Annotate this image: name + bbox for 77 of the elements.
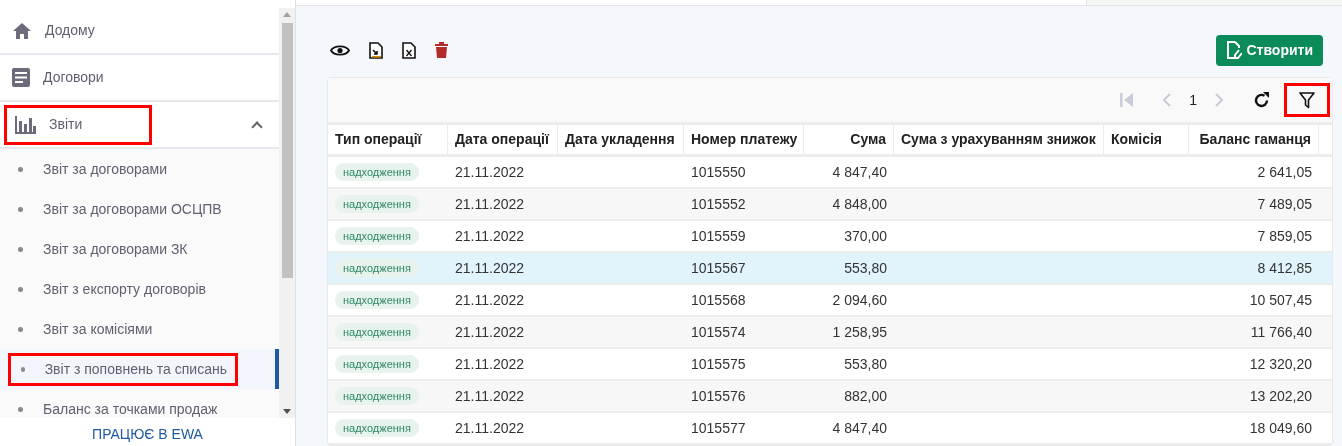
nav-item[interactable]: Додому [12,10,103,51]
table-cell-text: 1015574 [691,322,746,342]
table-cell-text: 4 848,00 [832,194,887,214]
table-cell-text: 11 766,40 [1250,322,1312,342]
table-cell-text: 4 847,40 [832,162,887,182]
table-cell-text: 8 412,85 [1257,258,1312,278]
page-number: 1 [1189,90,1197,110]
filter-button[interactable] [1284,83,1330,117]
table-cell-text: 21.11.2022 [455,226,525,246]
table-cell-text: 2 094,60 [832,290,887,310]
table-cell-text: 21.11.2022 [455,162,525,182]
operation-type-tag: надходження [335,354,419,374]
excel-file-icon[interactable] [402,41,416,59]
column-header[interactable]: Дата операції [448,125,558,154]
table-cell-text: 21.11.2022 [455,290,525,310]
table-cell-text: 1015575 [691,354,746,374]
table-cell-text: 12 320,20 [1249,354,1312,374]
column-header[interactable]: Тип операції [328,125,448,154]
table-cell-text: 553,80 [844,354,887,374]
table-cell-text: 21.11.2022 [455,322,525,342]
table-cell-text: 1 258,95 [832,322,887,342]
table-cell-text: 21.11.2022 [455,258,525,278]
refresh-icon[interactable] [1253,91,1270,109]
table-cell-text: 882,00 [844,386,887,406]
column-header[interactable]: Сума [804,125,894,154]
scrollbar[interactable] [279,8,295,418]
column-header[interactable]: Номер платежу [684,125,804,154]
file-import-icon[interactable] [369,41,383,59]
nav-item[interactable]: Звіти [4,104,152,145]
table-cell-text: 7 859,05 [1257,226,1312,246]
operation-type-tag: надходження [335,194,419,214]
active-indicator [275,349,279,389]
table-cell-text: 1015552 [691,194,746,214]
table-row[interactable]: надходження 21.11.2022 1015567 553,80 8 412,85 [328,253,1332,285]
operation-type-tag: надходження [335,418,419,438]
table-cell-text: 1015576 [691,386,746,406]
nav-subitem[interactable]: Звіт з поповнень та списань [8,352,238,386]
table-cell-text: 1015577 [691,418,746,438]
table-cell-text: 370,00 [844,226,887,246]
operation-type-tag: надходження [335,386,419,406]
create-button[interactable]: Створити [1216,34,1323,66]
operation-type-tag: надходження [335,290,419,310]
column-header[interactable]: Дата укладення [558,125,684,154]
eye-icon[interactable] [330,43,350,57]
table-cell-text: 4 847,40 [832,418,887,438]
table-cell-text: 13 202,20 [1249,386,1312,406]
table-cell-text: 10 507,45 [1249,290,1312,310]
column-header[interactable]: Комісія [1104,125,1189,154]
operation-type-tag: надходження [335,226,419,246]
table-row[interactable]: надходження 21.11.2022 1015576 882,00 13 202,20 [328,381,1332,413]
column-header[interactable]: Сума з урахуванням знижок [894,125,1104,154]
table-cell-text: 1015568 [691,290,746,310]
table-row[interactable]: надходження 21.11.2022 1015552 4 848,00 7 489,05 [328,189,1332,221]
trash-icon[interactable] [435,42,448,58]
operation-type-tag: надходження [335,322,419,342]
filter-icon [1299,91,1315,109]
table-cell-text: 21.11.2022 [455,386,525,406]
table-cell-text: 1015550 [691,162,746,182]
table-cell-text: 7 489,05 [1257,194,1312,214]
table-cell-text: 2 641,05 [1257,162,1312,182]
table-cell-text: 18 049,60 [1249,418,1312,438]
table-cell-text: 21.11.2022 [455,354,525,374]
document-edit-icon [1226,41,1243,59]
bar-chart-icon [15,115,36,134]
operation-type-tag: надходження [335,258,419,278]
table-cell-text: 1015567 [691,258,746,278]
table-cell-text: 21.11.2022 [455,194,525,214]
operation-type-tag: надходження [335,162,419,182]
column-header[interactable]: Баланс гаманця [1189,125,1319,154]
table-cell-text: 553,80 [844,258,887,278]
document-icon [12,68,30,87]
table-cell-text: 1015559 [691,226,746,246]
table-row[interactable]: надходження 21.11.2022 1015574 1 258,95 11 766,40 [328,317,1332,349]
home-icon [12,21,32,40]
nav-item[interactable]: Договори [12,57,112,98]
status-link[interactable]: ПРАЦЮЄ В EWA [92,424,203,445]
table-cell-text: 21.11.2022 [455,418,525,438]
